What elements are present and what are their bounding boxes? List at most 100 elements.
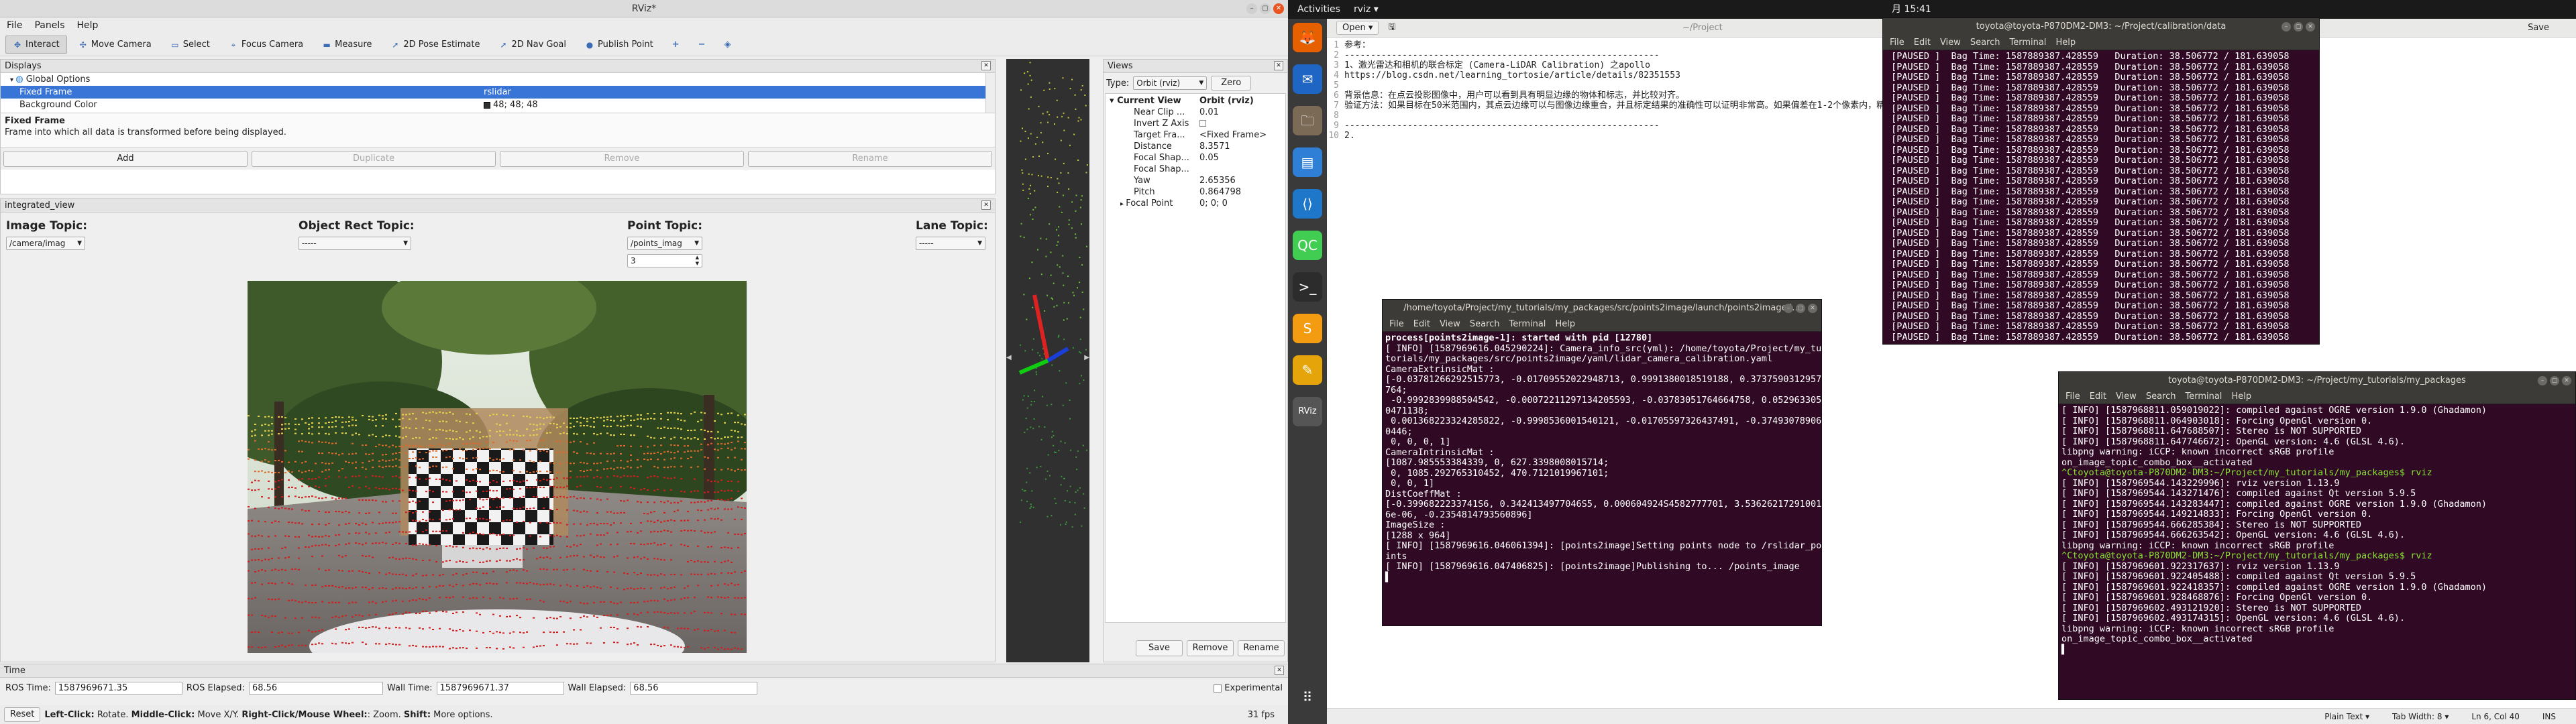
terminal-menu-edit[interactable]: Edit (2090, 389, 2106, 404)
save-view-button[interactable]: Save (1136, 640, 1183, 656)
measure-tool[interactable]: ▬ Measure (315, 36, 379, 54)
terminal-menu-terminal[interactable]: Terminal (1509, 317, 1546, 331)
add-tool-icon[interactable]: + (665, 36, 687, 54)
minimize-icon[interactable]: – (1784, 304, 1793, 313)
maximize-icon[interactable]: ▢ (1260, 3, 1271, 14)
terminal-menu-help[interactable]: Help (2055, 36, 2076, 50)
object-rect-combo[interactable]: ----- ▼ (299, 237, 411, 250)
vscode-icon[interactable]: ⟨⟩ (1293, 189, 1322, 219)
terminal-menu-view[interactable]: View (1440, 317, 1460, 331)
close-icon[interactable]: ✕ (1808, 304, 1817, 313)
terminal-menu-search[interactable]: Search (1970, 36, 2000, 50)
tab-width-selector[interactable]: Tab Width: 8 ▾ (2392, 712, 2449, 721)
scrollbar[interactable] (985, 73, 995, 113)
document-icon[interactable]: ▤ (1293, 147, 1322, 177)
terminal-menu-search[interactable]: Search (2146, 389, 2176, 404)
terminal-menu-file[interactable]: File (2065, 389, 2080, 404)
publish-point-tool[interactable]: ● Publish Point (578, 36, 661, 54)
menu-panels[interactable]: Panels (34, 20, 64, 31)
interact-tool[interactable]: ✥ Interact (5, 36, 67, 54)
remove-display-button[interactable]: Remove (500, 151, 744, 167)
qtcreator-icon[interactable]: QC (1293, 231, 1322, 260)
sublime-icon[interactable]: S (1293, 314, 1322, 343)
close-icon[interactable]: ✕ (2306, 22, 2315, 32)
view-property-row[interactable]: Distance 8.3571 (1106, 141, 1285, 152)
app-menu[interactable]: rviz ▾ (1354, 0, 1379, 19)
terminal-menu-terminal[interactable]: Terminal (2185, 389, 2222, 404)
view-property-row[interactable]: Focal Shap... (1106, 164, 1285, 175)
view-property-row[interactable]: Yaw 2.65356 (1106, 175, 1285, 186)
rename-view-button[interactable]: Rename (1238, 640, 1285, 656)
display-row-frame-rate[interactable]: Frame Rate30 (1, 111, 995, 113)
3d-render-view[interactable]: ◀ ▶ (1006, 59, 1089, 662)
new-tab-icon[interactable]: 🖫 (1388, 21, 1395, 36)
current-view-row[interactable]: ▾ Current View Orbit (rviz) (1106, 95, 1285, 107)
displays-tree[interactable]: ▾ ◍ Global Options Fixed Frame rslidar Back… (1, 73, 995, 113)
panel-close-icon[interactable]: ✕ (981, 200, 991, 210)
zero-button[interactable]: Zero (1211, 76, 1252, 90)
terminal-rviz[interactable]: toyota@toyota-P870DM2-DM3: ~/Project/my_… (2058, 371, 2576, 700)
view-property-row[interactable]: Target Fra... <Fixed Frame> (1106, 129, 1285, 141)
wall-time-field[interactable]: 1587969671.37 (436, 682, 564, 695)
collapse-left-icon[interactable]: ◀ (1006, 354, 1012, 361)
focus-camera-tool[interactable]: ⌖ Focus Camera (221, 36, 311, 54)
menu-help[interactable]: Help (77, 20, 99, 31)
terminal-bag-play[interactable]: toyota@toyota-P870DM2-DM3: ~/Project/cal… (1882, 17, 2320, 345)
ros-elapsed-field[interactable]: 68.56 (248, 682, 383, 695)
point-size-spinbox[interactable]: 3 ▲ ▼ (627, 254, 702, 267)
display-row-background-color[interactable]: Background Color 48; 48; 48 (1, 99, 995, 111)
text-editor-icon[interactable]: ✎ (1293, 355, 1322, 385)
thunderbird-icon[interactable]: ✉ (1293, 64, 1322, 94)
point-topic-combo[interactable]: /points_imag ▼ (627, 237, 702, 250)
terminal-points2image[interactable]: /home/toyota/Project/my_tutorials/my_pac… (1382, 299, 1822, 626)
terminal-menu-edit[interactable]: Edit (1914, 36, 1931, 50)
minimize-icon[interactable]: – (2538, 376, 2547, 385)
add-display-button[interactable]: Add (3, 151, 248, 167)
syntax-selector[interactable]: Plain Text ▾ (2324, 712, 2369, 721)
move-camera-tool[interactable]: ✣ Move Camera (71, 36, 159, 54)
view-property-row[interactable]: ▸ Focal Point 0; 0; 0 (1106, 198, 1285, 209)
close-icon[interactable]: ✕ (1273, 3, 1284, 14)
2d-pose-estimate-tool[interactable]: ➚ 2D Pose Estimate (383, 36, 487, 54)
lane-topic-combo[interactable]: ----- ▼ (916, 237, 985, 250)
image-topic-combo[interactable]: /camera/imag ▼ (6, 237, 85, 250)
select-tool[interactable]: ▭ Select (163, 36, 217, 54)
clock[interactable]: 月 15:41 (1892, 0, 1931, 19)
view-property-row[interactable]: Focal Shap... 0.05 (1106, 152, 1285, 164)
close-icon[interactable]: ✕ (2562, 376, 2571, 385)
maximize-icon[interactable]: ▢ (2294, 22, 2303, 32)
reset-button[interactable]: Reset (4, 707, 41, 722)
rename-display-button[interactable]: Rename (748, 151, 992, 167)
remove-view-button[interactable]: Remove (1187, 640, 1234, 656)
terminal-menu-search[interactable]: Search (1470, 317, 1500, 331)
editor-save-button[interactable]: Save (2528, 23, 2549, 33)
menu-file[interactable]: File (7, 20, 22, 31)
tool-properties-icon[interactable]: ◈ (717, 36, 739, 54)
views-tree[interactable]: ▾ Current View Orbit (rviz) Near Clip ..… (1105, 93, 1286, 623)
view-type-combo[interactable]: Orbit (rviz) ▼ (1133, 76, 1208, 90)
duplicate-display-button[interactable]: Duplicate (252, 151, 496, 167)
expand-icon[interactable]: ▸ (1120, 200, 1126, 208)
minimize-icon[interactable]: – (2282, 22, 2291, 32)
firefox-icon[interactable]: 🦊 (1293, 23, 1322, 52)
files-icon[interactable]: 🗀 (1293, 106, 1322, 135)
maximize-icon[interactable]: ▢ (2550, 376, 2559, 385)
open-button[interactable]: Open ▾ (1336, 21, 1379, 35)
panel-close-icon[interactable]: ✕ (1274, 61, 1283, 70)
view-property-row[interactable]: Invert Z Axis (1106, 118, 1285, 129)
app-grid-icon[interactable]: ⠿ (1293, 682, 1322, 712)
minimize-icon[interactable]: – (1246, 3, 1257, 14)
maximize-icon[interactable]: ▢ (1796, 304, 1805, 313)
view-property-row[interactable]: Near Clip ... 0.01 (1106, 107, 1285, 118)
display-row-fixed-frame[interactable]: Fixed Frame rslidar (1, 86, 995, 99)
invert-z-checkbox[interactable] (1199, 120, 1206, 127)
2d-nav-goal-tool[interactable]: ➚ 2D Nav Goal (491, 36, 574, 54)
collapse-right-icon[interactable]: ▶ (1084, 354, 1089, 361)
expand-icon[interactable]: ▾ (10, 76, 15, 84)
terminal-menu-help[interactable]: Help (1555, 317, 1575, 331)
camera-image-with-points[interactable] (248, 281, 747, 653)
terminal-menu-edit[interactable]: Edit (1413, 317, 1430, 331)
terminal-icon[interactable]: >_ (1293, 272, 1322, 302)
terminal-menu-view[interactable]: View (1940, 36, 1961, 50)
terminal-menu-file[interactable]: File (1890, 36, 1904, 50)
